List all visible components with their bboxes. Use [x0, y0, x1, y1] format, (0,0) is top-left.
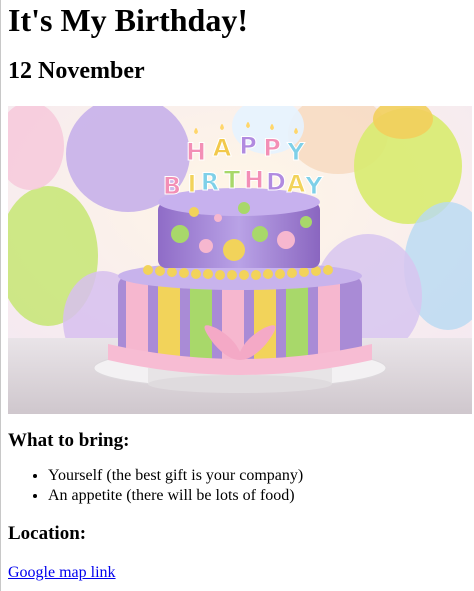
svg-text:B: B: [163, 172, 181, 200]
google-map-link[interactable]: Google map link: [8, 563, 116, 582]
svg-text:Y: Y: [304, 172, 323, 200]
list-item: An appetite (there will be lots of food): [48, 486, 474, 506]
page: It's My Birthday! 12 November H A P P Y …: [0, 0, 474, 591]
location-heading: Location:: [8, 523, 87, 544]
svg-text:R: R: [201, 168, 219, 196]
birthday-cake-image: H A P P Y B I R T H D A Y: [8, 106, 472, 414]
svg-text:A: A: [213, 134, 232, 162]
svg-text:D: D: [266, 168, 286, 196]
svg-text:A: A: [287, 170, 306, 198]
list-item: Yourself (the best gift is your company): [48, 466, 474, 486]
left-border: [0, 0, 1, 591]
bring-list: Yourself (the best gift is your company)…: [8, 466, 474, 506]
svg-text:T: T: [224, 166, 241, 194]
what-to-bring-heading: What to bring:: [8, 430, 130, 451]
svg-text:H: H: [186, 138, 206, 166]
svg-text:P: P: [263, 134, 281, 162]
svg-text:P: P: [239, 132, 257, 160]
svg-text:Y: Y: [286, 138, 305, 166]
svg-text:H: H: [244, 166, 264, 194]
svg-text:I: I: [188, 170, 197, 198]
page-title: It's My Birthday!: [8, 2, 248, 38]
party-date: 12 November: [8, 58, 145, 84]
